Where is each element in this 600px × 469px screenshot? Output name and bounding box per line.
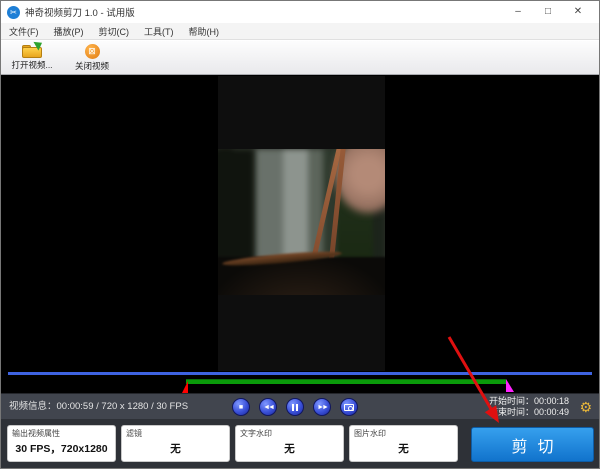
menu-file[interactable]: 文件(F) [9, 25, 39, 38]
video-info-value: 00:00:59 / 720 x 1280 / 30 FPS [57, 401, 189, 412]
toolbar: 打开视频... ⊠ 关闭视频 [1, 41, 599, 75]
camera-icon [344, 404, 354, 411]
settings-gear-icon[interactable]: ⚙ [579, 397, 592, 417]
stop-button[interactable]: ■ [232, 398, 250, 416]
pause-button[interactable] [286, 398, 304, 416]
image-watermark-label: 图片水印 [354, 428, 453, 439]
title-bar[interactable]: ✂ 神奇视频剪刀 1.0 - 试用版 – □ ✕ [1, 1, 599, 23]
output-properties-value: 30 FPS，720x1280 [12, 441, 111, 456]
menu-bar: 文件(F) 播放(P) 剪切(C) 工具(T) 帮助(H) [1, 23, 599, 40]
snapshot-button[interactable] [340, 398, 358, 416]
menu-tools[interactable]: 工具(T) [144, 25, 174, 38]
text-watermark-label: 文字水印 [240, 428, 339, 439]
text-watermark-card[interactable]: 文字水印 无 [235, 425, 344, 462]
pause-icon [292, 404, 298, 411]
start-time-label: 开始时间： [489, 396, 534, 406]
filter-card[interactable]: 滤镜 无 [121, 425, 230, 462]
video-preview [218, 76, 385, 371]
end-time-label: 结束时间： [489, 407, 534, 417]
bottom-panel: 输出视频属性 30 FPS，720x1280 滤镜 无 文字水印 无 图片水印 … [1, 419, 599, 469]
end-time-value: 00:00:49 [534, 407, 569, 417]
close-button[interactable]: ✕ [563, 2, 593, 22]
fast-forward-button[interactable]: ►► [313, 398, 331, 416]
start-time-value: 00:00:18 [534, 396, 569, 406]
menu-cut[interactable]: 剪切(C) [99, 25, 130, 38]
window-title: 神奇视频剪刀 1.0 - 试用版 [25, 5, 503, 19]
start-marker[interactable] [182, 381, 188, 393]
cut-button[interactable]: 剪切 [471, 427, 594, 462]
timeline-selection[interactable] [186, 379, 506, 384]
maximize-button[interactable]: □ [533, 2, 563, 22]
output-properties-card[interactable]: 输出视频属性 30 FPS，720x1280 [7, 425, 116, 462]
video-frame-image [218, 149, 385, 295]
text-watermark-value: 无 [240, 441, 339, 456]
timeline-track[interactable] [8, 372, 592, 375]
menu-help[interactable]: 帮助(H) [189, 25, 220, 38]
playback-controls: ■ ◄◄ ►► [232, 398, 358, 416]
end-marker[interactable] [506, 379, 514, 392]
video-info-label: 视频信息： [9, 401, 57, 412]
close-video-icon: ⊠ [85, 44, 100, 59]
app-window: ✂ 神奇视频剪刀 1.0 - 试用版 – □ ✕ 文件(F) 播放(P) 剪切(… [0, 0, 600, 469]
end-time-row: 结束时间：00:00:49 [489, 407, 569, 418]
video-info: 视频信息：00:00:59 / 720 x 1280 / 30 FPS [9, 394, 188, 420]
start-time-row: 开始时间：00:00:18 [489, 396, 569, 407]
rewind-button[interactable]: ◄◄ [259, 398, 277, 416]
time-range: 开始时间：00:00:18 结束时间：00:00:49 [489, 396, 569, 418]
output-properties-label: 输出视频属性 [12, 428, 111, 439]
menu-play[interactable]: 播放(P) [54, 25, 84, 38]
image-watermark-card[interactable]: 图片水印 无 [349, 425, 458, 462]
stop-icon: ■ [239, 404, 243, 411]
close-video-label: 关闭视频 [75, 60, 109, 72]
fast-forward-icon: ►► [317, 404, 327, 411]
close-video-button[interactable]: ⊠ 关闭视频 [65, 43, 119, 74]
open-video-label: 打开视频... [11, 59, 52, 71]
status-bar: 视频信息：00:00:59 / 720 x 1280 / 30 FPS ■ ◄◄… [1, 393, 599, 419]
image-watermark-value: 无 [354, 441, 453, 456]
open-video-button[interactable]: 打开视频... [5, 43, 59, 74]
filter-label: 滤镜 [126, 428, 225, 439]
video-panel [1, 75, 599, 393]
minimize-button[interactable]: – [503, 2, 533, 22]
app-logo-icon: ✂ [7, 6, 20, 19]
open-folder-icon [22, 44, 42, 58]
filter-value: 无 [126, 441, 225, 456]
rewind-icon: ◄◄ [263, 404, 273, 411]
